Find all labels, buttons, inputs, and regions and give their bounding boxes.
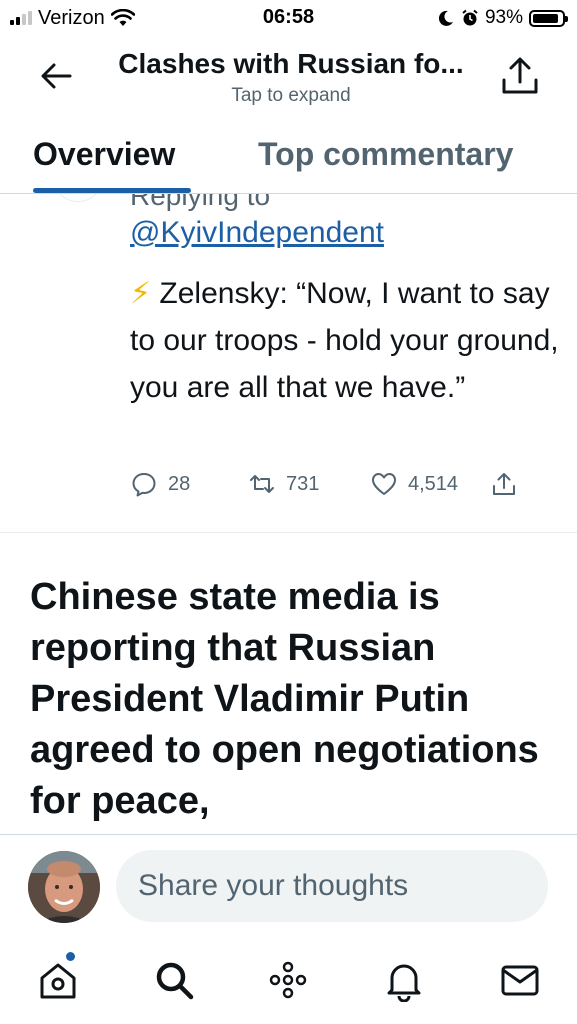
replying-to-label: Replying to — [130, 194, 271, 211]
like-button[interactable]: 4,514 — [370, 470, 458, 498]
user-avatar[interactable] — [28, 851, 100, 923]
reply-icon — [132, 473, 156, 497]
status-right: 93% — [437, 6, 568, 30]
reply-count: 28 — [168, 472, 191, 495]
tweet-avatar[interactable] — [52, 194, 104, 202]
notification-dot — [66, 952, 75, 961]
search-icon — [156, 962, 194, 1000]
news-headline[interactable]: Chinese state media is reporting that Ru… — [30, 572, 550, 827]
mail-icon — [501, 965, 539, 996]
back-arrow-icon[interactable] — [36, 56, 76, 96]
share-icon[interactable] — [498, 54, 542, 98]
tab-overview[interactable]: Overview — [33, 136, 175, 173]
spaces-icon — [269, 961, 307, 999]
tweet-actions: 28 731 4,514 — [130, 470, 530, 500]
page-title[interactable]: Clashes with Russian fo... — [96, 48, 486, 80]
timeline: Replying to @KyivIndependent ⚡ Zelensky:… — [0, 194, 577, 834]
nav-home[interactable] — [36, 952, 80, 1002]
share-thoughts-input[interactable]: Share your thoughts — [116, 850, 548, 922]
nav-spaces[interactable] — [266, 958, 310, 1002]
nav-search[interactable] — [152, 958, 196, 1002]
like-count: 4,514 — [408, 472, 459, 495]
header: Clashes with Russian fo... Tap to expand — [0, 38, 577, 122]
battery-icon — [529, 9, 568, 27]
share-tweet-button[interactable] — [490, 470, 518, 498]
alarm-icon — [462, 9, 478, 26]
tweet-body: Zelensky: “Now, I want to say to our tro… — [130, 277, 559, 404]
bottom-nav — [0, 944, 577, 1024]
moon-icon — [438, 10, 453, 26]
lightning-icon: ⚡ — [130, 277, 152, 310]
status-bar: Verizon 06:58 93% — [0, 0, 577, 38]
share-tweet-icon — [493, 473, 515, 495]
tab-bar: Overview Top commentary — [0, 126, 577, 194]
battery-percent: 93% — [484, 7, 523, 28]
tweet-text: ⚡ Zelensky: “Now, I want to say to our t… — [130, 270, 560, 411]
nav-messages[interactable] — [498, 958, 542, 1002]
mention-link[interactable]: @KyivIndependent — [130, 216, 384, 250]
retweet-icon — [250, 475, 274, 493]
composer: Share your thoughts — [0, 835, 577, 935]
home-icon — [40, 963, 76, 999]
item-divider — [0, 532, 577, 533]
nav-notifications[interactable] — [382, 958, 426, 1003]
retweet-count: 731 — [286, 472, 320, 495]
reply-button[interactable]: 28 — [130, 470, 190, 498]
retweet-button[interactable]: 731 — [248, 470, 319, 498]
bell-icon — [387, 964, 421, 1003]
tab-top-commentary[interactable]: Top commentary — [258, 136, 513, 173]
heart-icon — [372, 473, 396, 495]
tap-to-expand[interactable]: Tap to expand — [96, 85, 486, 107]
